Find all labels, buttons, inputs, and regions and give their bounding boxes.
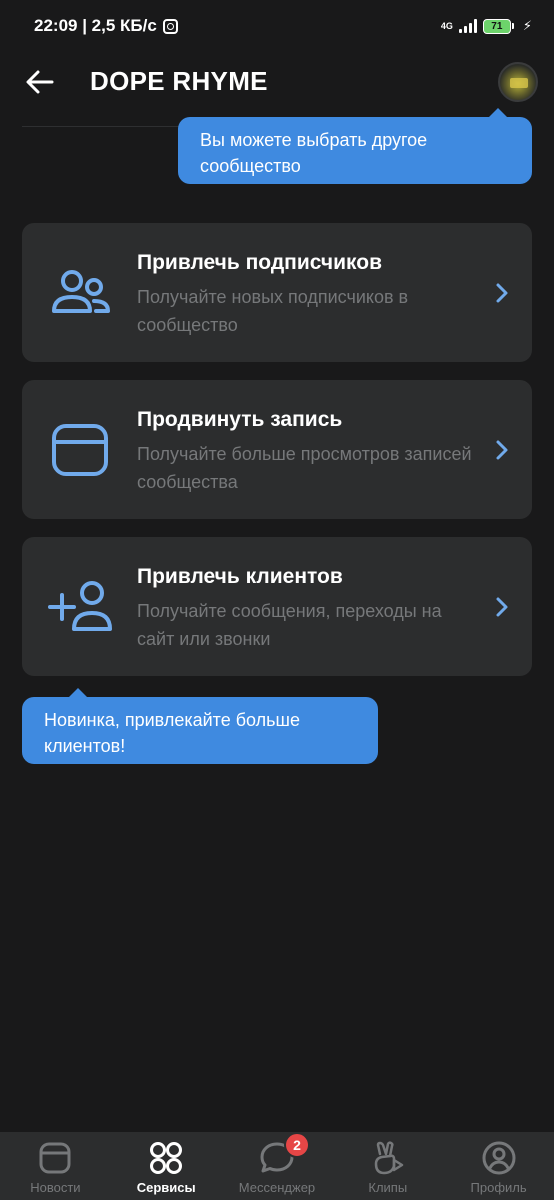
tab-messenger[interactable]: 2 Мессенджер: [222, 1132, 332, 1200]
status-left: 22:09 | 2,5 КБ/с: [34, 16, 178, 36]
tab-clips[interactable]: Клипы: [333, 1132, 443, 1200]
news-icon: [39, 1142, 71, 1174]
battery-icon: 71: [482, 18, 514, 34]
card-subtitle: Получайте новых подписчиков в сообщество: [137, 287, 409, 335]
card-title: Привлечь клиентов: [137, 565, 343, 588]
attract-clients-card[interactable]: Привлечь клиентов Получайте сообщения, п…: [22, 537, 532, 676]
chevron-right-icon: [496, 283, 508, 303]
card-title: Продвинуть запись: [137, 408, 343, 431]
tooltip-text: Вы можете выбрать другое сообщество: [200, 130, 428, 176]
clips-icon: [374, 1141, 404, 1175]
tab-label: Новости: [30, 1180, 81, 1195]
tab-news[interactable]: Новости: [0, 1132, 110, 1200]
community-switch-tooltip[interactable]: Вы можете выбрать другое сообщество: [178, 108, 532, 184]
tab-label: Клипы: [368, 1180, 408, 1195]
signal-icon: [458, 19, 477, 33]
attract-subscribers-card[interactable]: Привлечь подписчиков Получайте новых под…: [22, 223, 532, 362]
battery-level: 71: [482, 18, 511, 34]
services-icon: [150, 1142, 183, 1174]
card-subtitle: Получайте больше просмотров записей сооб…: [137, 444, 472, 492]
community-avatar[interactable]: [498, 62, 538, 102]
promote-post-card[interactable]: Продвинуть запись Получайте больше просм…: [22, 380, 532, 519]
users-icon: [52, 270, 110, 313]
chevron-right-icon: [496, 597, 508, 617]
status-bar: 22:09 | 2,5 КБ/с 4G 71 ⚡: [0, 0, 554, 52]
tooltip-text: Новинка, привлекайте больше клиентов!: [44, 710, 300, 756]
charging-icon: ⚡: [522, 18, 532, 33]
status-time-speed: 22:09 | 2,5 КБ/с: [34, 16, 157, 35]
tab-label: Сервисы: [136, 1180, 196, 1195]
profile-icon: [482, 1141, 516, 1175]
new-feature-tooltip[interactable]: Новинка, привлекайте больше клиентов!: [22, 688, 378, 764]
tab-label: Мессенджер: [238, 1180, 316, 1195]
tab-label: Профиль: [470, 1180, 527, 1195]
instagram-icon: [162, 18, 178, 34]
card-title: Привлечь подписчиков: [137, 251, 382, 274]
chevron-right-icon: [496, 440, 508, 460]
tab-services[interactable]: Сервисы: [111, 1132, 221, 1200]
post-icon: [52, 424, 108, 476]
tab-profile[interactable]: Профиль: [444, 1132, 554, 1200]
card-subtitle: Получайте сообщения, переходы на сайт ил…: [137, 601, 442, 649]
page-title: DOPE RHYME: [90, 66, 268, 96]
header: DOPE RHYME: [0, 52, 554, 110]
unread-badge: 2: [283, 1132, 310, 1158]
back-arrow-icon[interactable]: [24, 66, 56, 98]
bottom-tabbar: Новости Сервисы 2 Мессенджер Клипы Профи…: [0, 1132, 554, 1200]
network-type: 4G: [440, 20, 453, 31]
add-user-icon: [48, 581, 112, 631]
status-right: 4G 71 ⚡: [441, 18, 532, 34]
